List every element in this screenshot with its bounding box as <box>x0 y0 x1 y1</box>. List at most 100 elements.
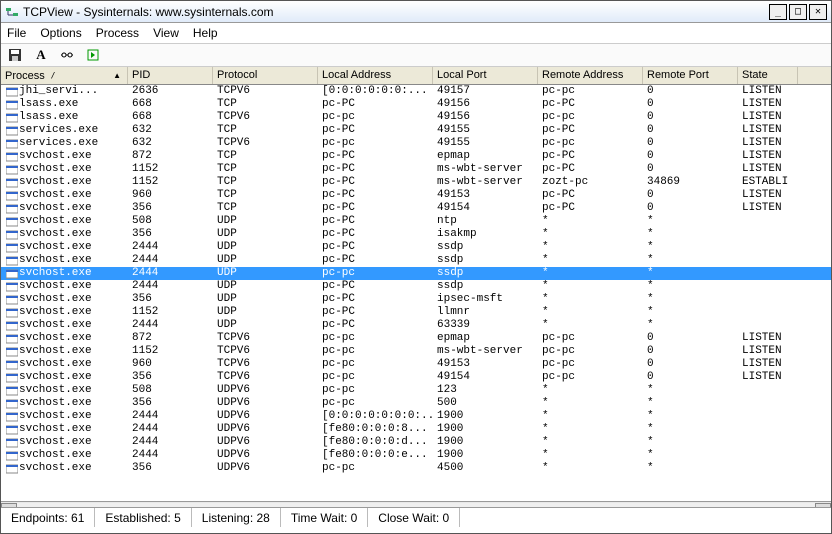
col-state[interactable]: State <box>738 67 798 84</box>
menu-help[interactable]: Help <box>193 26 218 40</box>
cell-protocol: TCP <box>213 176 318 189</box>
save-icon[interactable] <box>7 47 23 63</box>
table-row[interactable]: svchost.exe1152UDPpc-PCllmnr** <box>1 306 831 319</box>
status-established: Established: 5 <box>95 508 191 527</box>
cell-pid: 632 <box>128 137 213 150</box>
table-row[interactable]: svchost.exe356UDPV6pc-pc500** <box>1 397 831 410</box>
process-icon <box>5 360 19 370</box>
table-row[interactable]: svchost.exe508UDPpc-PCntp** <box>1 215 831 228</box>
menu-file[interactable]: File <box>7 26 26 40</box>
col-remote-address[interactable]: Remote Address <box>538 67 643 84</box>
sort-indicator-icon: ▲ <box>113 71 121 80</box>
cell-process: svchost.exe <box>19 319 92 332</box>
cell-local-address: pc-PC <box>318 241 433 254</box>
cell-state <box>738 462 798 475</box>
cell-process: svchost.exe <box>19 358 92 371</box>
table-row[interactable]: svchost.exe356TCPpc-PC49154pc-PC0LISTEN <box>1 202 831 215</box>
cell-protocol: UDP <box>213 319 318 332</box>
table-row[interactable]: svchost.exe2444UDPpc-PC63339** <box>1 319 831 332</box>
grid-body[interactable]: jhi_servi...2636TCPV6[0:0:0:0:0:0:...491… <box>1 85 831 501</box>
table-row[interactable]: svchost.exe2444UDPV6[fe80:0:0:0:d...1900… <box>1 436 831 449</box>
table-row[interactable]: svchost.exe1152TCPV6pc-pcms-wbt-serverpc… <box>1 345 831 358</box>
scroll-left-icon[interactable]: ◄ <box>1 503 17 508</box>
cell-local-port: 49155 <box>433 137 538 150</box>
menu-options[interactable]: Options <box>40 26 81 40</box>
table-row[interactable]: svchost.exe2444UDPpc-PCssdp** <box>1 241 831 254</box>
cell-process: lsass.exe <box>19 98 78 111</box>
table-row[interactable]: svchost.exe2444UDPpc-PCssdp** <box>1 280 831 293</box>
cell-state <box>738 319 798 332</box>
table-row[interactable]: svchost.exe2444UDPpc-PCssdp** <box>1 254 831 267</box>
table-row[interactable]: svchost.exe960TCPV6pc-pc49153pc-pc0LISTE… <box>1 358 831 371</box>
table-row[interactable]: svchost.exe960TCPpc-PC49153pc-PC0LISTEN <box>1 189 831 202</box>
table-row[interactable]: svchost.exe2444UDPV6[fe80:0:0:0:8...1900… <box>1 423 831 436</box>
refresh-icon[interactable] <box>85 47 101 63</box>
scroll-track[interactable] <box>17 503 815 508</box>
process-icon <box>5 191 19 201</box>
col-local-address[interactable]: Local Address <box>318 67 433 84</box>
cell-local-address: pc-PC <box>318 163 433 176</box>
font-icon[interactable]: A <box>33 47 49 63</box>
col-local-port[interactable]: Local Port <box>433 67 538 84</box>
cell-pid: 632 <box>128 124 213 137</box>
table-row[interactable]: jhi_servi...2636TCPV6[0:0:0:0:0:0:...491… <box>1 85 831 98</box>
table-row[interactable]: svchost.exe872TCPV6pc-pcepmappc-pc0LISTE… <box>1 332 831 345</box>
table-row[interactable]: svchost.exe2444UDPV6[0:0:0:0:0:0:0:...19… <box>1 410 831 423</box>
cell-protocol: TCPV6 <box>213 345 318 358</box>
process-icon <box>5 243 19 253</box>
table-row[interactable]: services.exe632TCPpc-PC49155pc-PC0LISTEN <box>1 124 831 137</box>
cell-local-address: pc-pc <box>318 267 433 280</box>
cell-remote-port: * <box>643 397 738 410</box>
filter-icon[interactable] <box>59 47 75 63</box>
table-row[interactable]: svchost.exe356UDPpc-PCipsec-msft** <box>1 293 831 306</box>
table-row[interactable]: svchost.exe1152TCPpc-PCms-wbt-serverzozt… <box>1 176 831 189</box>
horizontal-scrollbar[interactable]: ◄ ► <box>1 501 831 507</box>
cell-remote-port: * <box>643 280 738 293</box>
col-remote-port[interactable]: Remote Port <box>643 67 738 84</box>
table-row[interactable]: lsass.exe668TCPpc-PC49156pc-PC0LISTEN <box>1 98 831 111</box>
table-row[interactable]: svchost.exe2444UDPpc-pcssdp** <box>1 267 831 280</box>
col-process[interactable]: Process /▲ <box>1 67 128 84</box>
table-row[interactable]: svchost.exe1152TCPpc-PCms-wbt-serverpc-P… <box>1 163 831 176</box>
table-row[interactable]: lsass.exe668TCPV6pc-pc49156pc-pc0LISTEN <box>1 111 831 124</box>
table-row[interactable]: services.exe632TCPV6pc-pc49155pc-pc0LIST… <box>1 137 831 150</box>
maximize-button[interactable]: □ <box>789 4 807 20</box>
table-row[interactable]: svchost.exe508UDPV6pc-pc123** <box>1 384 831 397</box>
cell-local-port: 500 <box>433 397 538 410</box>
cell-pid: 356 <box>128 293 213 306</box>
menu-process[interactable]: Process <box>96 26 139 40</box>
col-protocol[interactable]: Protocol <box>213 67 318 84</box>
cell-local-port: 63339 <box>433 319 538 332</box>
cell-remote-address: * <box>538 293 643 306</box>
menu-view[interactable]: View <box>153 26 179 40</box>
cell-remote-port: 34869 <box>643 176 738 189</box>
cell-state <box>738 410 798 423</box>
cell-local-address: pc-PC <box>318 202 433 215</box>
cell-remote-port: * <box>643 384 738 397</box>
cell-remote-address: * <box>538 280 643 293</box>
table-row[interactable]: svchost.exe356UDPpc-PCisakmp** <box>1 228 831 241</box>
process-icon <box>5 269 19 279</box>
cell-remote-port: * <box>643 306 738 319</box>
table-row[interactable]: svchost.exe356TCPV6pc-pc49154pc-pc0LISTE… <box>1 371 831 384</box>
cell-local-port: ssdp <box>433 267 538 280</box>
close-button[interactable]: ✕ <box>809 4 827 20</box>
scroll-right-icon[interactable]: ► <box>815 503 831 508</box>
cell-pid: 668 <box>128 111 213 124</box>
process-icon <box>5 438 19 448</box>
cell-local-address: pc-PC <box>318 215 433 228</box>
cell-local-port: epmap <box>433 332 538 345</box>
cell-local-address: [0:0:0:0:0:0:... <box>318 85 433 98</box>
cell-remote-address: pc-PC <box>538 124 643 137</box>
cell-remote-port: 0 <box>643 371 738 384</box>
table-row[interactable]: svchost.exe2444UDPV6[fe80:0:0:0:e...1900… <box>1 449 831 462</box>
cell-process: svchost.exe <box>19 462 92 475</box>
col-pid[interactable]: PID <box>128 67 213 84</box>
table-row[interactable]: svchost.exe872TCPpc-PCepmappc-PC0LISTEN <box>1 150 831 163</box>
cell-remote-port: 0 <box>643 202 738 215</box>
table-row[interactable]: svchost.exe356UDPV6pc-pc4500** <box>1 462 831 475</box>
process-icon <box>5 373 19 383</box>
connections-grid: Process /▲ PID Protocol Local Address Lo… <box>1 67 831 507</box>
cell-process: svchost.exe <box>19 267 92 280</box>
minimize-button[interactable]: _ <box>769 4 787 20</box>
